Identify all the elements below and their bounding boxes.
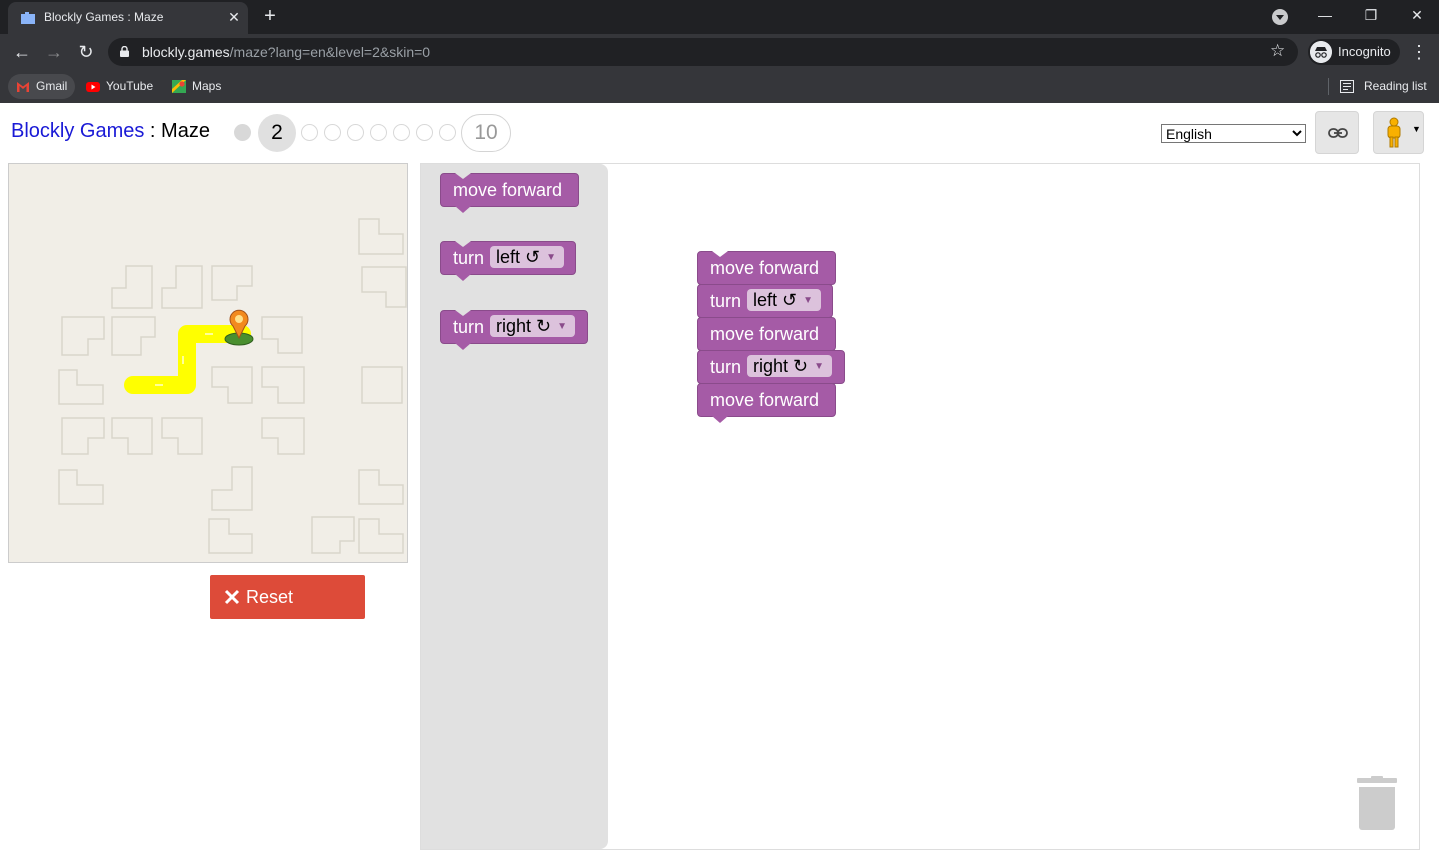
reset-button[interactable]: Reset (210, 575, 365, 619)
chevron-down-icon: ▼ (1412, 124, 1421, 134)
close-icon (224, 589, 240, 605)
direction-dropdown[interactable]: right ↻ ▼ (747, 355, 833, 377)
bookmarks-divider (1328, 78, 1329, 95)
reading-list-icon (1340, 80, 1354, 93)
maze-svg (58, 218, 407, 554)
language-select[interactable]: English (1161, 124, 1306, 143)
level-10-badge[interactable]: 10 (461, 114, 511, 152)
bookmark-star-icon[interactable]: ☆ (1270, 41, 1285, 61)
level-6-dot[interactable] (370, 124, 387, 141)
direction-dropdown[interactable]: left ↺ ▼ (747, 289, 822, 311)
reading-list-label: Reading list (1364, 79, 1427, 93)
lock-icon (120, 46, 129, 57)
address-bar[interactable]: blockly.games/maze?lang=en&level=2&skin=… (108, 38, 1298, 66)
maps-icon (172, 80, 186, 93)
bookmark-label: YouTube (106, 79, 154, 93)
tab-strip: Blockly Games : Maze ✕ + — ❐ ✕ (0, 0, 1439, 34)
level-7-dot[interactable] (393, 124, 410, 141)
restore-icon[interactable]: ❐ (1356, 4, 1386, 26)
direction-dropdown[interactable]: left ↺ ▼ (490, 246, 565, 268)
block-flyout: move forward turn left ↺ ▼ turn right ↻ ▼ (421, 164, 608, 849)
bookmark-maps[interactable]: Maps (164, 74, 229, 99)
pegman-skin-button[interactable]: ▼ (1373, 111, 1424, 154)
tab-title: Blockly Games : Maze (44, 10, 164, 24)
level-3-dot[interactable] (301, 124, 318, 141)
block-label: move forward (453, 180, 563, 200)
block-label: turn (710, 357, 742, 377)
link-icon (1328, 128, 1348, 138)
url-host: blockly.games (142, 44, 230, 60)
current-level-badge[interactable]: 2 (258, 114, 296, 152)
title-separator: : (144, 120, 162, 142)
caret-down-icon: ▼ (803, 295, 814, 306)
site-home-link[interactable]: Blockly Games (11, 120, 144, 142)
youtube-icon (86, 82, 100, 92)
block-label: move forward (710, 258, 820, 278)
level-9-dot[interactable] (439, 124, 456, 141)
bookmark-label: Gmail (36, 79, 68, 93)
flyout-block-turn-left[interactable]: turn left ↺ ▼ (440, 241, 576, 281)
block-label: turn (453, 248, 485, 268)
maze-path (124, 325, 251, 394)
direction-dropdown[interactable]: right ↻ ▼ (490, 315, 576, 337)
bookmark-gmail[interactable]: Gmail (8, 74, 76, 99)
maze-wall-outlines (58, 218, 407, 554)
browser-menu-icon[interactable]: ⋮ (1410, 40, 1428, 64)
level-8-dot[interactable] (416, 124, 433, 141)
dropdown-value: right ↻ (753, 356, 809, 376)
program-block-move-forward[interactable]: move forward (697, 251, 836, 291)
caret-down-icon: ▼ (814, 361, 825, 372)
caret-down-icon: ▼ (557, 321, 568, 332)
dropdown-value: left ↺ (496, 247, 541, 267)
dropdown-value: right ↻ (496, 316, 552, 336)
program-block-move-forward[interactable]: move forward (697, 383, 836, 423)
reading-list-button[interactable]: Reading list (1340, 74, 1427, 99)
level-1-dot[interactable] (234, 124, 251, 141)
level-4-dot[interactable] (324, 124, 341, 141)
flyout-block-turn-right[interactable]: turn right ↻ ▼ (440, 310, 588, 350)
incognito-icon (1310, 41, 1332, 63)
tab-search-icon[interactable] (1272, 9, 1288, 25)
flyout-block-move-forward[interactable]: move forward (440, 173, 579, 213)
url-text: blockly.games/maze?lang=en&level=2&skin=… (142, 44, 430, 60)
forward-icon[interactable]: → (42, 40, 66, 64)
bookmarks-bar: Gmail YouTube Maps Reading list (0, 70, 1439, 103)
level-5-dot[interactable] (347, 124, 364, 141)
browser-toolbar: ← → ↻ blockly.games/maze?lang=en&level=2… (0, 34, 1439, 70)
block-label: turn (710, 291, 742, 311)
block-label: turn (453, 317, 485, 337)
program-block-turn-left[interactable]: turn left ↺ ▼ (697, 284, 833, 324)
bookmark-label: Maps (192, 79, 222, 93)
minimize-icon[interactable]: — (1310, 4, 1340, 26)
reload-icon[interactable]: ↻ (74, 40, 98, 64)
incognito-label: Incognito (1338, 44, 1391, 59)
pegman-icon (1387, 117, 1401, 148)
gmail-icon (17, 82, 29, 92)
link-button[interactable] (1315, 111, 1359, 154)
incognito-badge[interactable]: Incognito (1308, 39, 1400, 65)
browser-chrome: Blockly Games : Maze ✕ + — ❐ ✕ ← → ↻ blo… (0, 0, 1439, 103)
program-block-move-forward[interactable]: move forward (697, 317, 836, 357)
url-path: /maze?lang=en&level=2&skin=0 (229, 44, 431, 60)
back-icon[interactable]: ← (10, 40, 34, 64)
game-name: Maze (161, 120, 210, 142)
block-label: move forward (710, 324, 820, 344)
new-tab-icon[interactable]: + (260, 5, 280, 27)
close-tab-icon[interactable]: ✕ (224, 7, 244, 27)
page-title: Blockly Games : Maze (11, 120, 210, 143)
browser-tab[interactable]: Blockly Games : Maze ✕ (8, 2, 248, 34)
caret-down-icon: ▼ (546, 252, 557, 263)
puzzle-favicon-icon (21, 12, 35, 24)
block-label: move forward (710, 390, 820, 410)
window-close-icon[interactable]: ✕ (1402, 4, 1432, 26)
reset-label: Reset (246, 587, 294, 607)
program-block-turn-right[interactable]: turn right ↻ ▼ (697, 350, 845, 390)
maze-canvas (8, 163, 408, 563)
dropdown-value: left ↺ (753, 290, 798, 310)
bookmark-youtube[interactable]: YouTube (78, 74, 161, 99)
trash-icon[interactable] (1356, 776, 1398, 831)
